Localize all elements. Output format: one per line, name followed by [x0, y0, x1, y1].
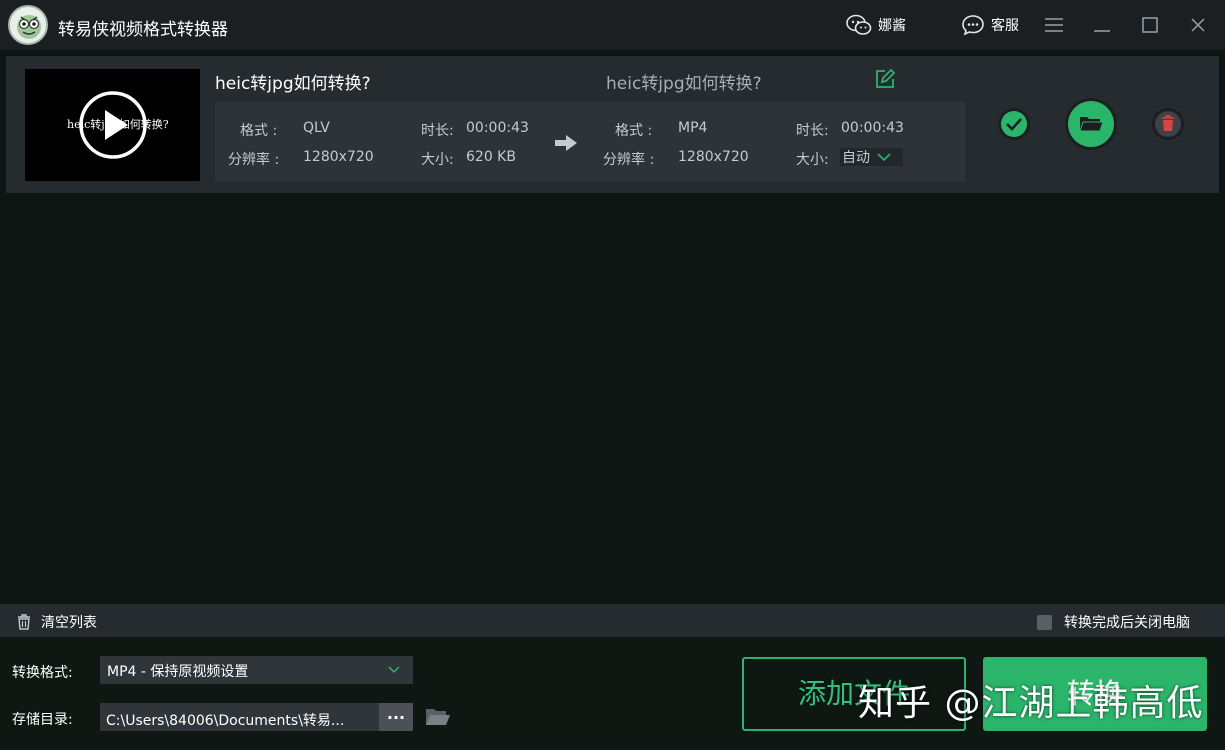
output-file-name: heic转jpg如何转换?	[606, 74, 762, 94]
source-duration: 00:00:43	[466, 120, 529, 136]
wechat-icon	[846, 14, 872, 35]
source-duration-label: 时长:	[421, 123, 454, 139]
info-panel: 格式 : QLV 分辨率 : 1280x720 时长: 00:00:43 大小:…	[215, 102, 965, 182]
app-logo	[8, 5, 48, 45]
minimize-icon[interactable]	[1091, 14, 1113, 36]
open-folder-button[interactable]	[1064, 97, 1118, 151]
shutdown-label: 转换完成后关闭电脑	[1064, 615, 1190, 631]
shutdown-option[interactable]: 转换完成后关闭电脑	[1037, 612, 1190, 632]
format-label: 转换格式:	[12, 665, 73, 681]
format-value: MP4 - 保持原视频设置	[107, 664, 249, 680]
clear-list-label: 清空列表	[41, 615, 97, 631]
source-format: QLV	[303, 120, 330, 136]
target-size-select[interactable]: 自动	[840, 148, 903, 166]
source-file-name: heic转jpg如何转换?	[215, 74, 371, 94]
title-bar: 转易侠视频格式转换器 娜酱 客服	[0, 0, 1225, 50]
target-resolution: 1280x720	[678, 149, 749, 165]
target-duration-label: 时长:	[796, 123, 829, 139]
watermark: 知乎 @江湖上韩高低	[858, 683, 1204, 724]
dir-label: 存储目录:	[12, 712, 73, 728]
shutdown-checkbox[interactable]	[1037, 614, 1052, 630]
trash-icon[interactable]	[1151, 107, 1185, 141]
edit-icon[interactable]	[874, 68, 896, 90]
source-size-label: 大小:	[421, 152, 454, 168]
target-size-value: 自动	[842, 150, 870, 166]
list-bar: 清空列表 转换完成后关闭电脑	[0, 604, 1225, 637]
user-account[interactable]: 娜酱	[846, 14, 906, 36]
source-resolution-label: 分辨率 :	[228, 152, 280, 168]
chat-icon	[962, 15, 984, 36]
target-format-label: 格式 :	[615, 123, 653, 139]
target-size-label: 大小:	[796, 152, 829, 168]
menu-icon[interactable]	[1043, 14, 1065, 36]
format-select[interactable]: MP4 - 保持原视频设置	[100, 656, 413, 684]
browse-button[interactable]: ...	[379, 703, 413, 731]
user-name: 娜酱	[878, 18, 906, 34]
clear-list-button[interactable]: 清空列表	[16, 612, 97, 632]
app-title: 转易侠视频格式转换器	[58, 20, 228, 40]
target-duration: 00:00:43	[841, 120, 904, 136]
play-icon[interactable]	[78, 90, 148, 160]
file-item: heic转jpg如何转换? heic转jpg如何转换? heic转jpg如何转换…	[6, 56, 1219, 193]
customer-service[interactable]: 客服	[961, 14, 1019, 36]
output-dir-input[interactable]	[100, 703, 379, 731]
source-format-label: 格式 :	[240, 123, 278, 139]
target-resolution-label: 分辨率 :	[603, 152, 655, 168]
chevron-down-icon	[877, 153, 891, 162]
folder-icon[interactable]	[425, 706, 451, 728]
chevron-down-icon	[388, 666, 400, 674]
arrow-right-icon	[555, 135, 577, 151]
source-size: 620 KB	[466, 149, 516, 165]
source-resolution: 1280x720	[303, 149, 374, 165]
trash-icon	[18, 614, 30, 630]
customer-service-label: 客服	[991, 18, 1019, 34]
target-format: MP4	[678, 120, 708, 136]
video-thumbnail[interactable]: heic转jpg如何转换?	[25, 69, 200, 181]
check-icon[interactable]	[997, 107, 1031, 141]
maximize-icon[interactable]	[1139, 14, 1161, 36]
close-icon[interactable]	[1187, 14, 1209, 36]
